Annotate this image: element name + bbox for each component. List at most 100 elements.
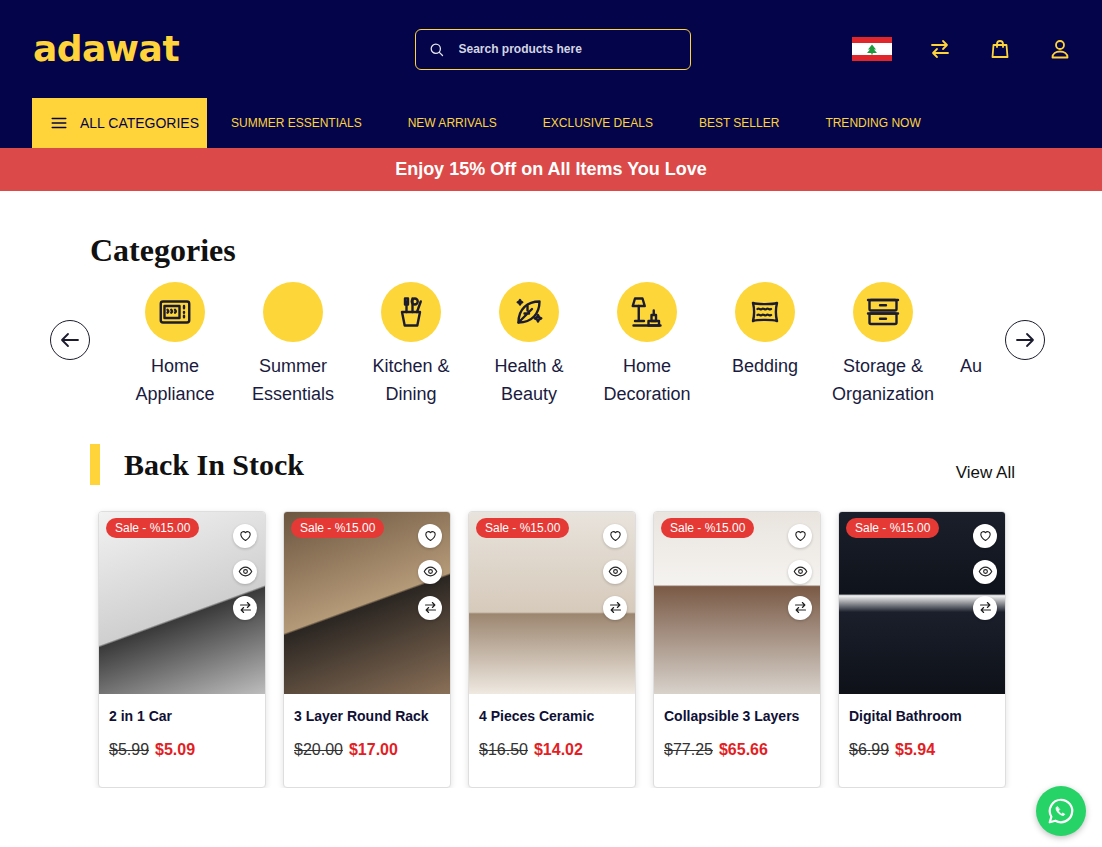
sale-badge: Sale - %15.00 <box>291 518 384 538</box>
category-item[interactable]: Au <box>942 282 986 408</box>
sale-price: $17.00 <box>349 738 398 762</box>
category-circle <box>263 282 323 342</box>
sale-badge: Sale - %15.00 <box>476 518 569 538</box>
eye-icon <box>423 564 438 579</box>
whatsapp-icon <box>1046 796 1076 826</box>
product-card[interactable]: Sale - %15.00Collapsible 3 Layers$77.25$… <box>653 511 821 788</box>
product-name[interactable]: 4 Pieces Ceramic <box>469 694 635 726</box>
category-item[interactable]: Health & Beauty <box>470 282 588 408</box>
site-logo[interactable]: adawat <box>33 29 179 69</box>
account-button[interactable] <box>1048 37 1072 61</box>
quick-view-button[interactable] <box>603 560 627 584</box>
product-image[interactable]: Sale - %15.00 <box>469 512 635 694</box>
category-circle <box>145 282 205 342</box>
quick-view-button[interactable] <box>233 560 257 584</box>
nav-link[interactable]: NEW ARRIVALS <box>408 114 497 132</box>
product-card[interactable]: Sale - %15.002 in 1 Car$5.99$5.09 <box>98 511 266 788</box>
quick-view-button[interactable] <box>418 560 442 584</box>
sale-badge: Sale - %15.00 <box>846 518 939 538</box>
section-title: Back In Stock <box>124 447 304 483</box>
product-name[interactable]: 2 in 1 Car <box>99 694 265 726</box>
product-card[interactable]: Sale - %15.00 3 Layer Round Rack$20.00$17… <box>283 511 451 788</box>
category-label: Au <box>960 352 986 380</box>
product-actions <box>973 524 997 620</box>
banner-text: Enjoy 15% Off on All Items You Love <box>395 156 707 183</box>
old-price: $77.25 <box>664 738 713 762</box>
arrow-right-icon <box>1013 328 1037 352</box>
old-price: $6.99 <box>849 738 889 762</box>
compare-button[interactable] <box>788 596 812 620</box>
heart-icon <box>978 528 993 543</box>
search-icon <box>428 41 445 58</box>
category-circle <box>735 282 795 342</box>
wishlist-button[interactable] <box>233 524 257 548</box>
category-item[interactable]: Storage & Organization <box>824 282 942 408</box>
category-circle <box>853 282 913 342</box>
nav-link[interactable]: EXCLUSIVE DEALS <box>543 114 653 132</box>
sale-price: $5.09 <box>155 738 195 762</box>
categories-carousel: Home ApplianceSummer EssentialsKitchen &… <box>0 282 1102 408</box>
nav-link[interactable]: BEST SELLER <box>699 114 779 132</box>
category-label: Summer Essentials <box>238 352 348 408</box>
menu-icon <box>50 114 68 132</box>
category-item[interactable]: Home Appliance <box>116 282 234 408</box>
categories-track: Home ApplianceSummer EssentialsKitchen &… <box>116 282 986 408</box>
product-name[interactable]: 3 Layer Round Rack <box>284 694 450 726</box>
sale-badge: Sale - %15.00 <box>661 518 754 538</box>
product-card[interactable]: Sale - %15.00Digital Bathroom$6.99$5.94 <box>838 511 1006 788</box>
wishlist-button[interactable] <box>788 524 812 548</box>
category-label: Home Appliance <box>120 352 230 408</box>
compare-button[interactable] <box>973 596 997 620</box>
compare-button[interactable] <box>603 596 627 620</box>
view-all-link[interactable]: View All <box>956 460 1015 486</box>
product-list: Sale - %15.002 in 1 Car$5.99$5.09Sale - … <box>0 511 1102 788</box>
product-image[interactable]: Sale - %15.00 <box>99 512 265 694</box>
category-circle <box>617 282 677 342</box>
heart-icon <box>793 528 808 543</box>
category-label: Bedding <box>710 352 820 380</box>
category-item[interactable]: Summer Essentials <box>234 282 352 408</box>
all-categories-label: ALL CATEGORIES <box>80 113 199 134</box>
compare-button[interactable] <box>928 37 952 61</box>
lamp-shelf-icon <box>629 294 665 330</box>
nav-link[interactable]: SUMMER ESSENTIALS <box>231 114 362 132</box>
header-actions <box>691 37 1073 61</box>
category-item[interactable]: Kitchen & Dining <box>352 282 470 408</box>
quick-view-button[interactable] <box>973 560 997 584</box>
product-name[interactable]: Digital Bathroom <box>839 694 1005 726</box>
wishlist-button[interactable] <box>603 524 627 548</box>
product-image[interactable]: Sale - %15.00 <box>284 512 450 694</box>
search-box[interactable] <box>415 29 691 70</box>
product-card[interactable]: Sale - %15.00 4 Pieces Ceramic$16.50$14.0… <box>468 511 636 788</box>
lebanon-flag-icon[interactable] <box>852 37 892 61</box>
search-input[interactable] <box>457 39 678 59</box>
whatsapp-button[interactable] <box>1036 786 1086 836</box>
compare-button[interactable] <box>233 596 257 620</box>
arrow-left-icon <box>58 328 82 352</box>
category-item[interactable]: Home Decoration <box>588 282 706 408</box>
category-item[interactable]: Bedding <box>706 282 824 408</box>
wishlist-button[interactable] <box>418 524 442 548</box>
eye-icon <box>608 564 623 579</box>
categories-viewport: Home ApplianceSummer EssentialsKitchen &… <box>116 282 986 408</box>
carousel-next-button[interactable] <box>1005 320 1045 360</box>
main-nav: ALL CATEGORIES SUMMER ESSENTIALS NEW ARRIV… <box>0 98 1102 148</box>
cart-button[interactable] <box>988 37 1012 61</box>
product-actions <box>418 524 442 620</box>
carousel-prev-button[interactable] <box>50 320 90 360</box>
product-image[interactable]: Sale - %15.00 <box>839 512 1005 694</box>
storage-box-icon <box>865 294 901 330</box>
product-name[interactable]: Collapsible 3 Layers <box>654 694 820 726</box>
all-categories-button[interactable]: ALL CATEGORIES <box>32 98 207 148</box>
quick-view-button[interactable] <box>788 560 812 584</box>
product-image[interactable]: Sale - %15.00 <box>654 512 820 694</box>
wishlist-button[interactable] <box>973 524 997 548</box>
header-bar: adawat <box>0 0 1102 98</box>
heart-icon <box>238 528 253 543</box>
product-prices: $77.25$65.66 <box>654 726 820 787</box>
nav-link[interactable]: TRENDING NOW <box>825 114 920 132</box>
product-prices: $20.00$17.00 <box>284 726 450 787</box>
compare-button[interactable] <box>418 596 442 620</box>
product-prices: $16.50$14.02 <box>469 726 635 787</box>
leaf-sparkle-icon <box>511 294 547 330</box>
